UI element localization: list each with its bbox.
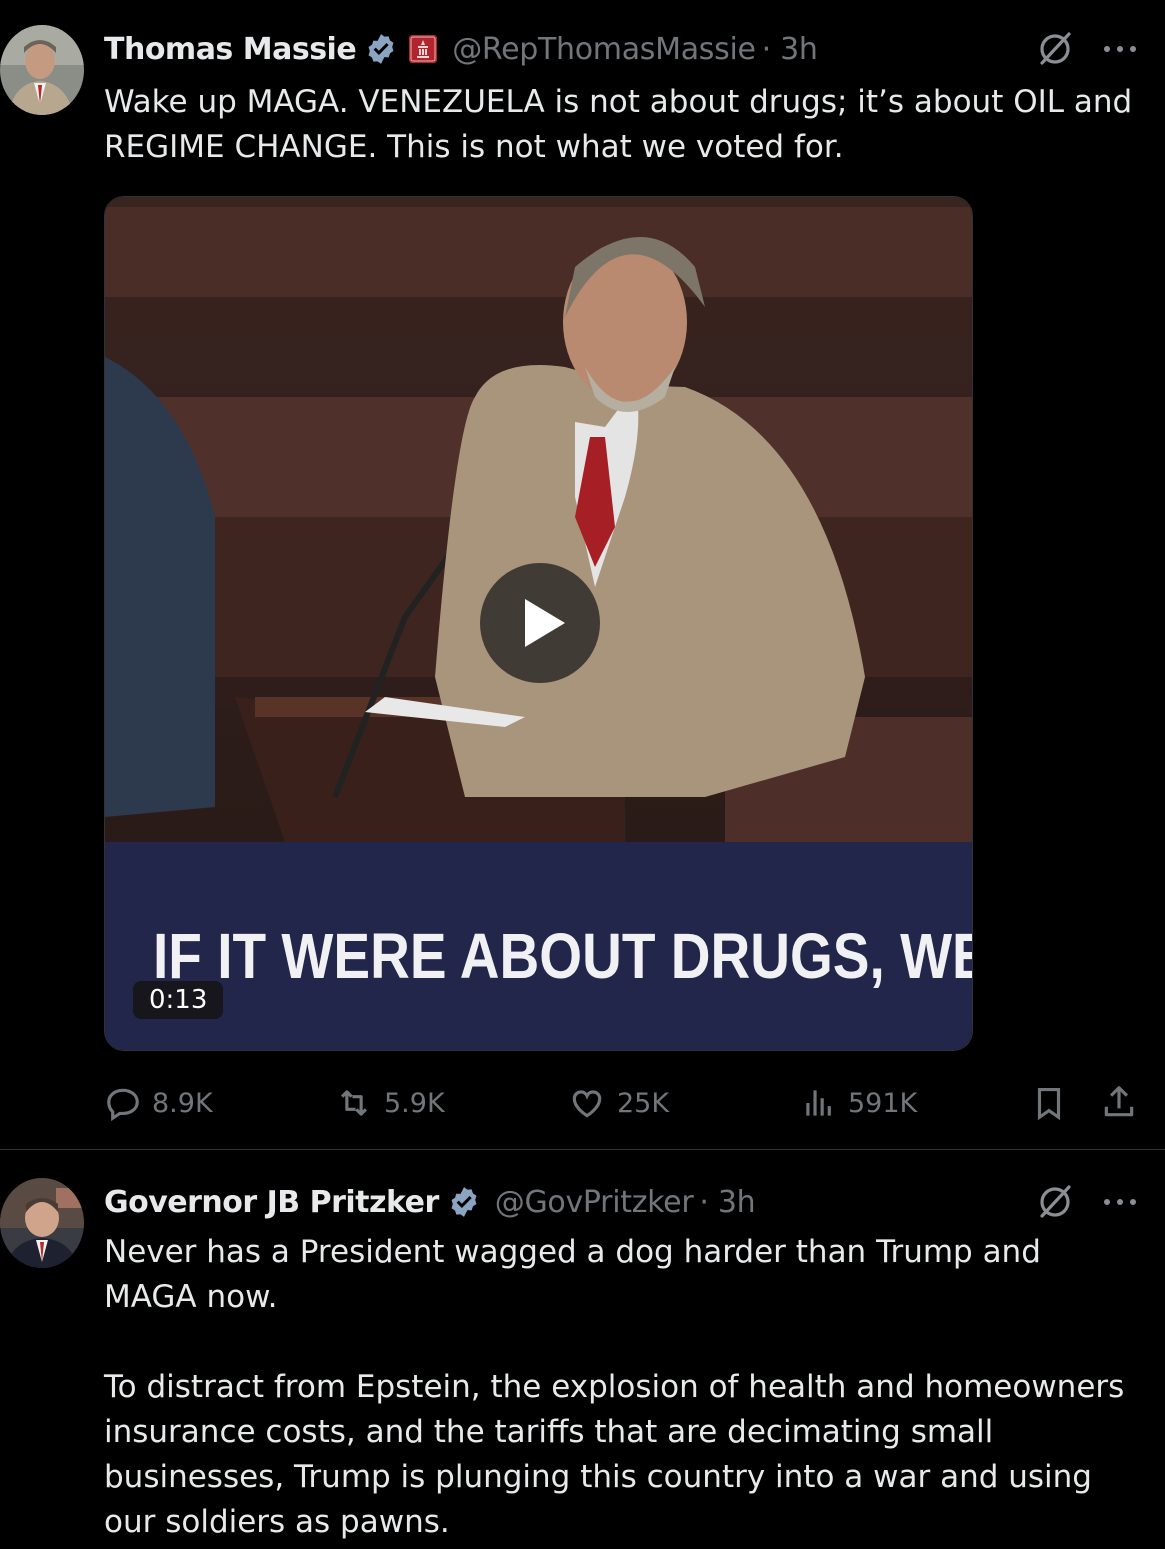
like-icon: [572, 1090, 602, 1118]
author-name[interactable]: Governor JB Pritzker: [104, 1185, 439, 1220]
more-icon[interactable]: [1100, 1197, 1140, 1207]
views-icon: [806, 1090, 831, 1116]
views-button[interactable]: 591K: [800, 1084, 917, 1122]
video-duration: 0:13: [133, 981, 224, 1019]
repost-count: 5.9K: [384, 1087, 445, 1119]
avatar-massie[interactable]: [0, 25, 84, 115]
views-count: 591K: [848, 1087, 918, 1119]
video-player[interactable]: IF IT WERE ABOUT DRUGS, WE'D 0:13: [104, 196, 973, 1051]
tweet-text: Never has a President wagged a dog harde…: [104, 1234, 1125, 1540]
tweet-pritzker[interactable]: Governor JB Pritzker @GovPritzker · 3h N…: [0, 1150, 1165, 1549]
video-caption: IF IT WERE ABOUT DRUGS, WE'D: [153, 920, 973, 992]
tweet-header: Thomas Massie @RepThomasMassie · 3h: [104, 29, 818, 69]
tweet-time[interactable]: · 3h: [762, 32, 818, 67]
grok-icon[interactable]: [1036, 1183, 1074, 1221]
government-affiliation-icon: [409, 35, 438, 63]
tweet-massie[interactable]: Thomas Massie @RepThomasMassie · 3h Wake…: [0, 0, 1165, 1150]
action-bar: 8.9K 5.9K 25K 591K: [0, 1080, 1165, 1126]
avatar-pritzker[interactable]: [0, 1178, 84, 1268]
verified-badge-icon: [368, 34, 394, 64]
like-button[interactable]: 25K: [567, 1084, 669, 1122]
repost-button[interactable]: 5.9K: [334, 1084, 445, 1122]
tweet-text: Wake up MAGA. VENEZUELA is not about dru…: [104, 84, 1143, 165]
author-handle[interactable]: @RepThomasMassie: [452, 32, 756, 67]
tweet-time[interactable]: · 3h: [699, 1185, 755, 1220]
share-icon[interactable]: [1100, 1082, 1138, 1122]
author-name[interactable]: Thomas Massie: [104, 32, 357, 67]
reply-count: 8.9K: [152, 1087, 213, 1119]
grok-icon[interactable]: [1036, 30, 1074, 68]
bookmark-icon[interactable]: [1030, 1084, 1068, 1122]
repost-icon: [341, 1090, 367, 1116]
tweet-header: Governor JB Pritzker @GovPritzker · 3h: [104, 1182, 756, 1222]
verified-badge-icon: [451, 1187, 477, 1217]
more-icon[interactable]: [1100, 44, 1140, 54]
author-handle[interactable]: @GovPritzker: [495, 1185, 694, 1220]
play-icon: [525, 599, 565, 647]
like-count: 25K: [617, 1087, 670, 1119]
play-button[interactable]: [480, 563, 600, 683]
reply-icon: [107, 1088, 139, 1122]
reply-button[interactable]: 8.9K: [104, 1084, 213, 1122]
